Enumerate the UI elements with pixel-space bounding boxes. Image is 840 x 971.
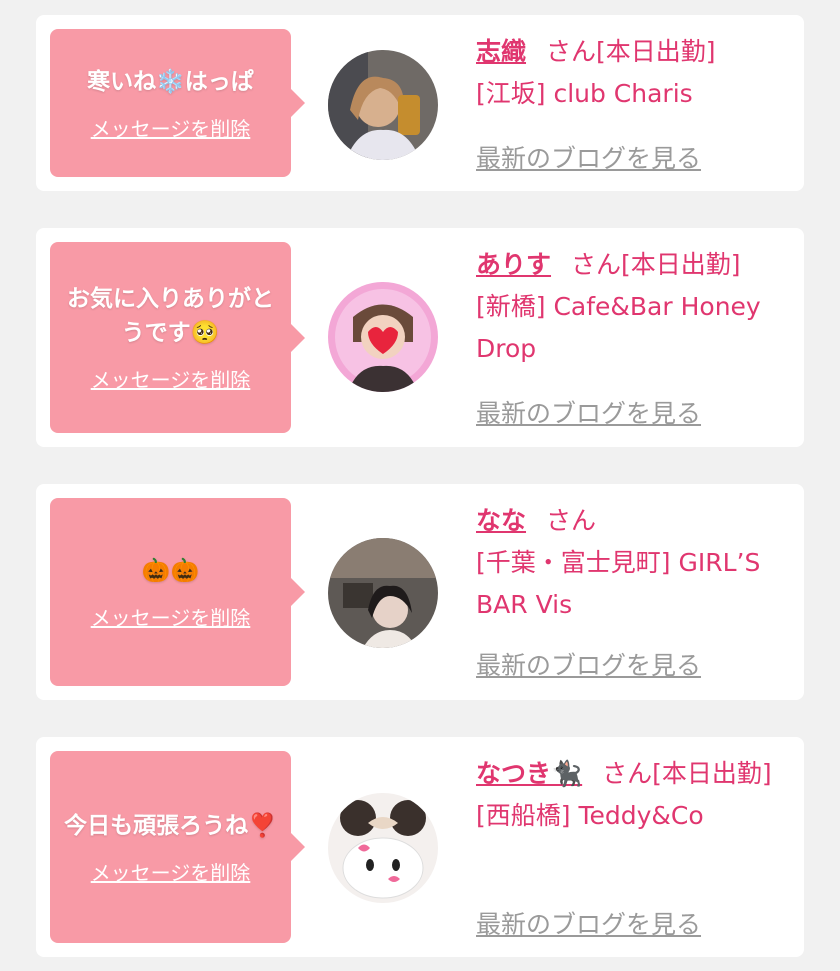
latest-blog-link[interactable]: 最新のブログを見る (476, 139, 701, 175)
work-status: [本日出勤] (596, 37, 716, 66)
shop-name: [西船橋] Teddy&Co (476, 801, 704, 830)
latest-blog-link[interactable]: 最新のブログを見る (476, 394, 701, 430)
cast-info: なつき🐈‍⬛ さん[本日出勤] [西船橋] Teddy&Co (476, 753, 796, 837)
shop-name: [千葉・富士見町] GIRL’S BAR Vis (476, 548, 761, 619)
avatar[interactable] (328, 282, 438, 392)
shop-name: [江坂] club Charis (476, 79, 693, 108)
honorific: さん (546, 37, 597, 66)
cast-name-link[interactable]: ありす (476, 250, 551, 279)
avatar[interactable] (328, 538, 438, 648)
cast-name-link[interactable]: なつき🐈‍⬛ (476, 759, 582, 788)
honorific: さん (602, 759, 653, 788)
message-bubble: お気に入りありがとうです🥺 メッセージを削除 (50, 242, 305, 433)
message-card: お気に入りありがとうです🥺 メッセージを削除 ありす さん[本日出勤] [新橋] … (36, 228, 804, 447)
delete-message-link[interactable]: メッセージを削除 (91, 113, 251, 142)
latest-blog-link[interactable]: 最新のブログを見る (476, 905, 701, 941)
message-card: 寒いね❄️はっぱ メッセージを削除 志織 さん[本日出勤] [江坂] club C… (36, 15, 804, 191)
message-card: 🎃🎃 メッセージを削除 なな さん [千葉・富士見町] GIRL’S BAR Vi… (36, 484, 804, 700)
message-text: 🎃🎃 (141, 557, 200, 584)
delete-message-link[interactable]: メッセージを削除 (91, 364, 251, 393)
avatar[interactable] (328, 50, 438, 160)
honorific: さん (546, 506, 597, 535)
cast-name-link[interactable]: なな (476, 506, 526, 535)
avatar[interactable] (328, 793, 438, 903)
latest-blog-link[interactable]: 最新のブログを見る (476, 646, 701, 682)
cast-info: 志織 さん[本日出勤] [江坂] club Charis (476, 31, 796, 115)
delete-message-link[interactable]: メッセージを削除 (91, 857, 251, 886)
message-bubble: 🎃🎃 メッセージを削除 (50, 498, 305, 686)
cast-name-link[interactable]: 志織 (476, 37, 526, 66)
delete-message-link[interactable]: メッセージを削除 (91, 602, 251, 631)
message-text: 今日も頑張ろうね❣️ (64, 812, 277, 839)
cast-info: ありす さん[本日出勤] [新橋] Cafe&Bar Honey Drop (476, 244, 796, 370)
message-text: お気に入りありがとうです🥺 (67, 286, 274, 346)
work-status: [本日出勤] (652, 759, 772, 788)
message-card: 今日も頑張ろうね❣️ メッセージを削除 なつき🐈‍⬛ さん[本日出勤] [西船橋]… (36, 737, 804, 957)
message-text: 寒いね❄️はっぱ (87, 68, 254, 95)
shop-name: [新橋] Cafe&Bar Honey Drop (476, 292, 761, 363)
honorific: さん (571, 250, 622, 279)
work-status: [本日出勤] (621, 250, 741, 279)
message-bubble: 今日も頑張ろうね❣️ メッセージを削除 (50, 751, 305, 943)
message-bubble: 寒いね❄️はっぱ メッセージを削除 (50, 29, 305, 177)
cast-info: なな さん [千葉・富士見町] GIRL’S BAR Vis (476, 500, 796, 626)
